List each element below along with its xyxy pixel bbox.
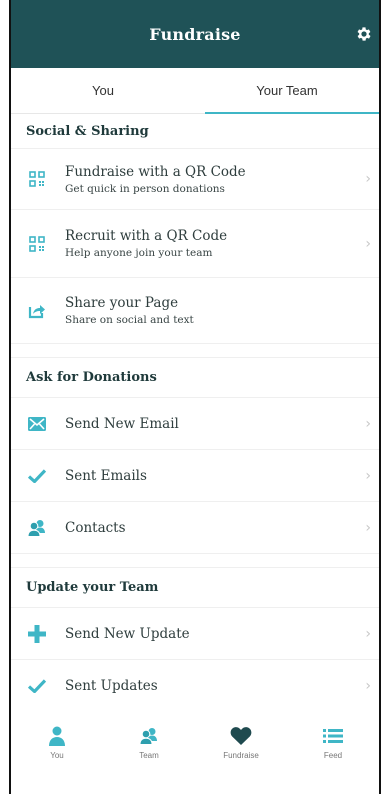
section-update-team: Update your Team: [11, 568, 379, 608]
nav-you[interactable]: You: [11, 722, 103, 772]
share-page-row[interactable]: Share your Page Share on social and text: [11, 278, 379, 344]
tab-bar: You Your Team: [11, 68, 379, 114]
section-social-sharing: Social & Sharing: [11, 114, 379, 149]
row-label: Share your Page: [65, 295, 179, 311]
row-label: Send New Email: [65, 415, 179, 432]
chevron-right-icon: ›: [365, 678, 371, 694]
contacts-row[interactable]: Contacts ›: [11, 502, 379, 554]
nav-label: Fundraise: [223, 751, 259, 760]
section-ask-donations: Ask for Donations: [11, 358, 379, 398]
recruit-qr-row[interactable]: Recruit with a QR Code Help anyone join …: [11, 210, 379, 278]
plus-icon: [26, 623, 48, 645]
tab-your-team[interactable]: Your Team: [195, 68, 379, 114]
heart-icon: [230, 724, 252, 748]
contacts-icon: [26, 517, 48, 539]
app-frame: Fundraise You Your Team Social & Sharing…: [9, 0, 381, 794]
chevron-right-icon: ›: [365, 171, 371, 187]
bottom-nav: You Team Fundraise Feed: [11, 722, 379, 772]
list-icon: [323, 724, 343, 748]
section-spacer: [11, 554, 379, 568]
person-icon: [48, 724, 66, 748]
row-label: Sent Updates: [65, 678, 158, 694]
qr-code-icon: [26, 233, 48, 255]
row-sublabel: Get quick in person donations: [65, 182, 225, 195]
sent-updates-row[interactable]: Sent Updates ›: [11, 660, 379, 712]
row-label: Contacts: [65, 519, 126, 536]
row-label: Sent Emails: [65, 467, 147, 484]
nav-label: Feed: [323, 751, 343, 760]
chevron-right-icon: ›: [365, 467, 371, 484]
sent-emails-row[interactable]: Sent Emails ›: [11, 450, 379, 502]
share-icon: [26, 300, 48, 322]
checkmark-icon: [26, 675, 48, 697]
row-label: Recruit with a QR Code: [65, 228, 228, 244]
send-new-email-row[interactable]: Send New Email ›: [11, 398, 379, 450]
checkmark-icon: [26, 465, 48, 487]
email-icon: [26, 413, 48, 435]
row-label: Fundraise with a QR Code: [65, 163, 246, 180]
chevron-right-icon: ›: [365, 415, 371, 432]
nav-label: You: [50, 751, 64, 760]
nav-label: Team: [139, 751, 159, 760]
nav-fundraise[interactable]: Fundraise: [195, 722, 287, 772]
fundraise-qr-row[interactable]: Fundraise with a QR Code Get quick in pe…: [11, 149, 379, 210]
nav-feed[interactable]: Feed: [287, 722, 379, 772]
tab-you[interactable]: You: [11, 68, 195, 113]
row-label: Send New Update: [65, 625, 190, 642]
row-sublabel: Share on social and text: [65, 314, 194, 326]
chevron-right-icon: ›: [365, 625, 371, 642]
chevron-right-icon: ›: [365, 235, 371, 252]
row-sublabel: Help anyone join your team: [65, 247, 213, 259]
section-spacer: [11, 344, 379, 358]
team-icon: [139, 724, 159, 748]
nav-team[interactable]: Team: [103, 722, 195, 772]
qr-code-icon: [26, 168, 48, 190]
page-title: Fundraise: [149, 24, 241, 44]
send-new-update-row[interactable]: Send New Update ›: [11, 608, 379, 660]
chevron-right-icon: ›: [365, 519, 371, 536]
gear-icon[interactable]: [355, 25, 373, 43]
header-bar: Fundraise: [11, 0, 379, 68]
